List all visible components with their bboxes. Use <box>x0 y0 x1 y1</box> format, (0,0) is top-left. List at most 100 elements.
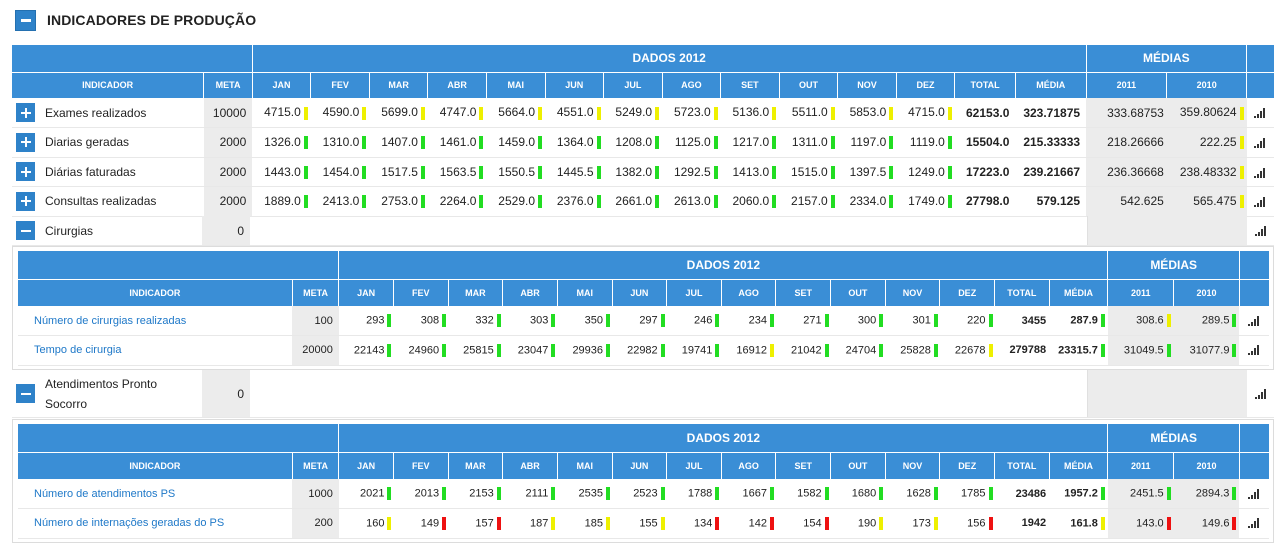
month-number: 1397.5 <box>849 164 887 179</box>
month-number: 2021 <box>359 487 385 500</box>
col-2010: 2010 <box>1166 72 1248 98</box>
avg-2011: 218.26666 <box>1086 127 1167 158</box>
avg-2010: 2894.3 <box>1173 479 1240 509</box>
media-value: 215.33333 <box>1015 127 1087 158</box>
status-indicator <box>715 314 720 327</box>
sub-indicator-row: Número de cirurgias realizadas 100 293 308 3… <box>18 306 1269 336</box>
avg-2010-number: 222.25 <box>1199 135 1237 150</box>
avg-2010-number: 149.6 <box>1201 517 1230 530</box>
col-chart <box>1246 72 1274 98</box>
chart-signal-icon[interactable] <box>1254 225 1267 236</box>
month-value: 23047 <box>502 335 558 366</box>
meta-value: 10000 <box>203 98 253 128</box>
month-value: 24704 <box>830 335 886 366</box>
month-number: 157 <box>475 517 494 530</box>
month-value: 185 <box>557 508 613 539</box>
avg-2010-number: 238.48332 <box>1179 164 1237 179</box>
chart-signal-icon[interactable] <box>1248 345 1260 356</box>
status-indicator <box>1100 314 1105 327</box>
col-2010: 2010 <box>1173 279 1240 306</box>
status-indicator <box>879 516 884 530</box>
minus-icon <box>20 18 31 22</box>
status-indicator <box>988 487 993 500</box>
collapse-button[interactable] <box>16 221 35 240</box>
col-chart <box>1239 452 1269 479</box>
col-month: JAN <box>338 452 394 479</box>
month-number: 1563.5 <box>439 164 477 179</box>
sub-indicator-link[interactable]: Tempo de cirurgia <box>18 335 293 366</box>
status-indicator <box>538 195 542 209</box>
status-indicator <box>551 314 556 327</box>
month-value: 1364.0 <box>545 127 604 158</box>
chart-signal-icon[interactable] <box>1248 518 1260 529</box>
avg-2011: 31049.5 <box>1107 335 1174 366</box>
header-blank-right <box>1239 251 1269 280</box>
month-number: 24960 <box>408 344 440 357</box>
status-indicator <box>1166 487 1171 500</box>
col-media: MÉDIA <box>1049 279 1109 306</box>
chart-signal-icon[interactable] <box>1254 138 1266 149</box>
status-indicator <box>387 487 392 500</box>
month-number: 271 <box>803 314 822 327</box>
indicator-label-wrap: Consultas realizadas <box>12 191 204 211</box>
chart-signal-icon[interactable] <box>1254 108 1266 119</box>
month-number: 2376.0 <box>556 194 594 209</box>
month-number: 25815 <box>463 344 494 357</box>
sub-indicator-link[interactable]: Número de cirurgias realizadas <box>18 306 293 336</box>
month-value: 1550.5 <box>486 157 545 187</box>
expand-button[interactable] <box>16 132 35 152</box>
status-indicator <box>420 136 425 150</box>
month-value: 1461.0 <box>427 127 487 158</box>
status-indicator <box>655 136 660 150</box>
month-value: 1311.0 <box>779 127 838 158</box>
expand-button[interactable] <box>16 191 35 211</box>
chart-cell <box>1246 157 1274 187</box>
month-value: 1382.0 <box>603 157 663 187</box>
col-month: JUL <box>666 279 722 306</box>
group-row: Atendimentos Pronto Socorro 0 <box>12 370 1274 418</box>
month-value: 1208.0 <box>603 127 663 158</box>
month-number: 142 <box>748 517 767 530</box>
chart-signal-icon[interactable] <box>1254 167 1266 178</box>
expand-button[interactable] <box>16 103 35 122</box>
expand-button[interactable] <box>16 162 35 182</box>
month-value: 2535 <box>557 479 613 509</box>
month-value: 21042 <box>775 335 831 366</box>
media-value: 579.125 <box>1015 186 1087 217</box>
total-value: 3455 <box>994 306 1050 336</box>
status-indicator <box>479 136 484 150</box>
avg-2011: 308.6 <box>1107 306 1174 336</box>
status-indicator <box>538 136 542 150</box>
month-number: 297 <box>639 314 658 327</box>
month-value: 303 <box>502 306 558 336</box>
sub-indicator-row: Número de internações geradas do PS 200 16… <box>18 508 1269 539</box>
sub-indicator-link[interactable]: Número de internações geradas do PS <box>18 508 293 539</box>
chart-signal-icon[interactable] <box>1248 488 1260 499</box>
avg-2010: 289.5 <box>1173 306 1240 336</box>
status-indicator <box>889 165 894 179</box>
status-indicator <box>1232 314 1237 327</box>
chart-signal-icon[interactable] <box>1254 197 1266 208</box>
sub-indicator-link[interactable]: Número de atendimentos PS <box>18 479 293 509</box>
avg-2011-number: 308.6 <box>1136 314 1164 327</box>
production-indicators-table: DADOS 2012 MÉDIAS INDICADOR META JAN FEV MAR AB… <box>12 45 1274 217</box>
month-value: 156 <box>939 508 995 539</box>
col-indicador: INDICADOR <box>18 452 293 479</box>
collapse-section-button[interactable] <box>15 9 36 31</box>
col-month: JAN <box>252 72 312 98</box>
month-number: 5699.0 <box>381 105 418 120</box>
month-number: 2529.0 <box>498 194 535 209</box>
month-number: 1785 <box>961 487 986 500</box>
group-meta: 0 <box>202 370 250 417</box>
status-indicator <box>830 195 835 209</box>
month-number: 2157.0 <box>791 194 828 209</box>
month-value: 2153 <box>448 479 503 509</box>
status-indicator <box>551 487 556 500</box>
month-value: 142 <box>721 508 776 539</box>
collapse-button[interactable] <box>16 384 35 403</box>
status-indicator <box>933 314 938 327</box>
chart-signal-icon[interactable] <box>1254 388 1267 399</box>
media-value: 287.9 <box>1049 306 1108 336</box>
chart-signal-icon[interactable] <box>1248 315 1260 326</box>
col-month: MAI <box>486 72 546 98</box>
